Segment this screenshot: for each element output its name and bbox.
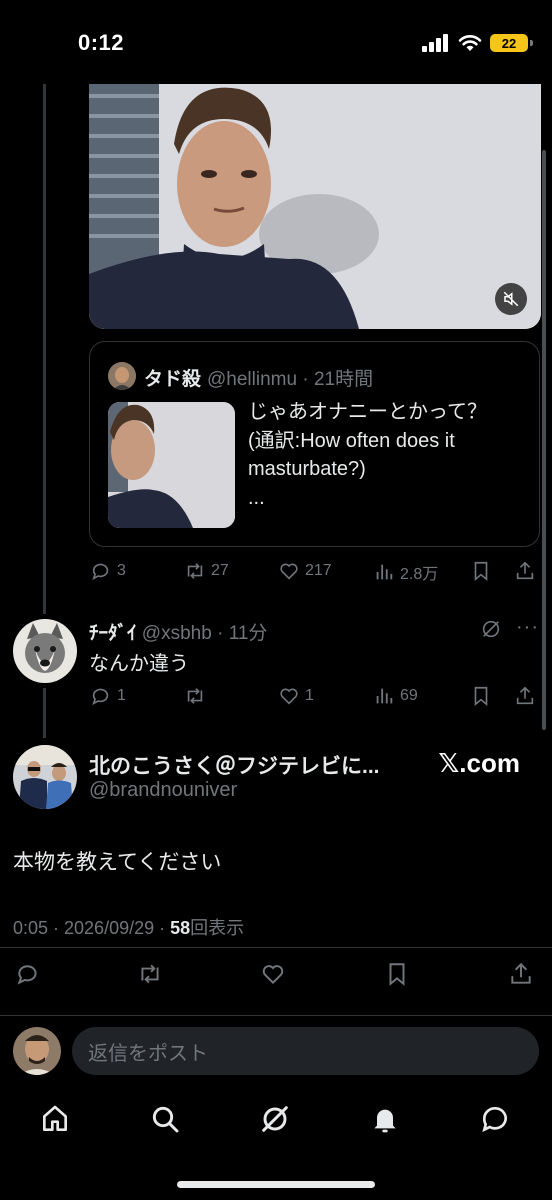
main-text: 本物を教えてください [13, 851, 222, 874]
search-icon [152, 1106, 179, 1133]
bookmark-icon [474, 686, 488, 707]
repost-icon [187, 563, 203, 579]
video-player[interactable] [89, 84, 541, 329]
nav-messages[interactable] [478, 1102, 512, 1136]
reply-icon [92, 688, 109, 705]
main-timestamp: 0:05 · 2026/09/29 · [13, 918, 171, 938]
thread-line [43, 688, 46, 738]
reply-action[interactable]: 3 [90, 560, 126, 582]
reply-count: 3 [117, 562, 126, 579]
status-icons: 22 [422, 34, 533, 52]
like-count: 217 [305, 562, 332, 579]
reply-input[interactable]: 返信をポスト [72, 1027, 539, 1075]
share-action[interactable] [514, 685, 536, 707]
main-handle[interactable]: @brandnouniver [89, 779, 237, 802]
like-action[interactable] [260, 961, 286, 987]
reply-header: ﾁｰﾀﾞｲ @xsbhb · 11分 [89, 618, 267, 645]
share-action[interactable] [508, 961, 534, 987]
thread-line [43, 84, 46, 614]
nav-grok[interactable] [258, 1102, 292, 1136]
like-action[interactable]: 217 [278, 560, 332, 582]
views-icon [376, 564, 393, 580]
heart-icon [280, 563, 298, 580]
quoted-avatar[interactable] [108, 362, 136, 390]
reply-name[interactable]: ﾁｰﾀﾞｲ [89, 623, 137, 644]
views-action[interactable]: 2.8万 [373, 560, 438, 584]
reply-action[interactable]: 1 [90, 685, 126, 707]
quoted-media-thumbnail[interactable] [108, 402, 235, 528]
home-indicator[interactable] [177, 1181, 375, 1188]
status-time: 0:12 [78, 30, 125, 55]
heart-icon [262, 965, 284, 985]
mute-button[interactable] [495, 283, 527, 315]
share-icon [511, 962, 531, 984]
quoted-tweet-card[interactable]: タド殺 @hellinmu · 21時間 じゃあオナニーとかって？ (通訳:How… [89, 341, 540, 547]
like-action[interactable]: 1 [278, 685, 314, 707]
heart-icon [280, 688, 298, 705]
repost-action[interactable] [184, 685, 206, 707]
reply-handle[interactable]: @xsbhb [142, 623, 212, 644]
home-icon [43, 1105, 67, 1131]
repost-icon [141, 964, 159, 984]
separator-dot: · [297, 369, 314, 390]
main-views-count[interactable]: 58 [170, 918, 190, 938]
bookmark-action[interactable] [384, 961, 410, 987]
more-options-button[interactable]: ··· [516, 616, 539, 639]
quoted-name[interactable]: タド殺 [144, 369, 201, 390]
reply-count: 1 [117, 687, 126, 704]
reply-icon [17, 965, 37, 985]
bookmark-icon [474, 561, 488, 582]
share-icon [516, 686, 534, 705]
main-avatar[interactable] [13, 745, 77, 809]
repost-action[interactable]: 27 [184, 560, 229, 582]
share-icon [516, 561, 534, 580]
main-name[interactable]: 北のこうさく＠フジテレビに... [89, 750, 380, 780]
divider [0, 947, 552, 948]
message-icon [482, 1107, 507, 1133]
views-count: 69 [400, 687, 418, 704]
main-views-label: 回表示 [190, 918, 245, 938]
bookmark-action[interactable] [470, 685, 492, 707]
signal-icon [422, 34, 448, 52]
grok-icon [262, 1106, 288, 1132]
views-count: 2.8万 [400, 566, 439, 583]
reply-text: なんか違う [89, 653, 189, 675]
nav-search[interactable] [148, 1102, 182, 1136]
separator-dot: · [211, 623, 229, 644]
reply-avatar[interactable] [13, 619, 77, 683]
quoted-text: じゃあオナニーとかって？ (通訳:How often does it mastu… [248, 401, 487, 509]
repost-action[interactable] [137, 961, 163, 987]
scrollbar[interactable] [542, 150, 546, 730]
repost-count: 27 [211, 562, 229, 579]
grok-icon [482, 620, 500, 638]
repost-icon [187, 688, 203, 704]
quoted-header: タド殺 @hellinmu · 21時間 [144, 364, 373, 391]
bell-icon [374, 1109, 396, 1133]
speaker-muted-icon [503, 291, 519, 307]
reply-action[interactable] [15, 961, 41, 987]
nav-notifications[interactable] [368, 1102, 402, 1136]
reply-placeholder: 返信をポスト [88, 1042, 208, 1065]
reply-time: 11分 [228, 623, 268, 644]
divider [0, 1015, 552, 1016]
views-icon [376, 688, 393, 704]
bookmark-icon [389, 963, 405, 986]
video-frame [89, 84, 541, 329]
like-count: 1 [305, 687, 314, 704]
battery-icon: 22 [490, 34, 533, 52]
share-action[interactable] [514, 560, 536, 582]
grok-button[interactable] [480, 618, 502, 645]
wifi-icon [458, 35, 482, 51]
quoted-handle[interactable]: @hellinmu [207, 369, 297, 390]
main-meta: 0:05 · 2026/09/29 · 58回表示 [13, 914, 244, 940]
current-user-avatar[interactable] [13, 1027, 61, 1075]
nav-home[interactable] [38, 1102, 72, 1136]
views-action[interactable]: 69 [373, 685, 418, 707]
x-watermark: 𝕏.com [438, 748, 520, 778]
quoted-time: 21時間 [313, 369, 374, 390]
reply-icon [92, 563, 109, 580]
bookmark-action[interactable] [470, 560, 492, 582]
